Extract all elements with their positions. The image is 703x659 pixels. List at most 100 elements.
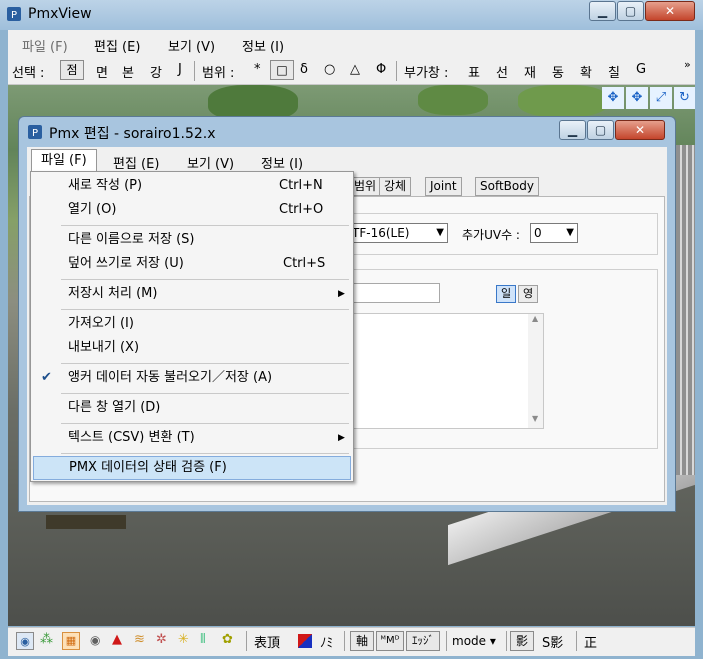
editor-menu-edit[interactable]: 편집 (E): [113, 153, 159, 172]
range-triangle-button[interactable]: △: [350, 62, 360, 77]
shadow-button[interactable]: 影: [510, 631, 534, 651]
editor-title-bar[interactable]: P Pmx 편집 - sorairo1.52.x ▁ ▢ ✕: [19, 117, 675, 147]
select-vertex-button[interactable]: 점: [60, 60, 84, 80]
menu-item-open[interactable]: 열기 (O) Ctrl+O: [33, 198, 351, 222]
target-icon[interactable]: ◉: [16, 632, 34, 650]
tab-rigid-body[interactable]: 강체: [379, 177, 412, 196]
menu-separator: [61, 309, 349, 310]
scroll-down-icon[interactable]: ▼: [532, 414, 538, 423]
comment-scrollbar[interactable]: ▲ ▼: [528, 314, 543, 428]
main-toolbar: 선택 : 점 면 본 강 J 범위 : * □ δ ○ △ Φ 부가창 : 표 …: [8, 58, 695, 85]
extra-morph-button[interactable]: 표: [468, 62, 480, 81]
minimize-button[interactable]: ▁: [589, 1, 616, 21]
menu-separator: [61, 453, 349, 454]
select-joint-button[interactable]: J: [178, 62, 182, 77]
range-all-button[interactable]: *: [254, 62, 261, 77]
toolbar-divider: [576, 631, 577, 651]
editor-menu-file[interactable]: 파일 (F): [31, 149, 97, 171]
menu-file[interactable]: 파일 (F): [22, 36, 68, 55]
menu-separator: [61, 423, 349, 424]
japanese-button[interactable]: 일: [496, 285, 516, 303]
toolbar-overflow-button[interactable]: »: [684, 58, 691, 71]
editor-app-icon: P: [27, 124, 43, 140]
dot-icon[interactable]: ◉: [90, 633, 100, 647]
grid-icon[interactable]: ▦: [62, 632, 80, 650]
menu-item-verify-pmx[interactable]: PMX 데이터의 상태 검증 (F): [33, 456, 351, 480]
english-button[interactable]: 영: [518, 285, 538, 303]
extra-label: 부가창 :: [404, 66, 449, 81]
extra-line-button[interactable]: 선: [496, 62, 508, 81]
move-view-icon[interactable]: ✥: [602, 87, 624, 109]
maximize-button[interactable]: ▢: [617, 1, 644, 21]
gear-icon[interactable]: ✿: [222, 632, 233, 647]
editor-maximize-button[interactable]: ▢: [587, 120, 614, 140]
uv-count-label: 추가UV수 :: [462, 228, 520, 242]
toolbar-divider: [344, 631, 345, 651]
menu-item-import[interactable]: 가져오기 (I): [33, 312, 351, 336]
editor-menu-view[interactable]: 보기 (V): [187, 153, 234, 172]
file-dropdown-menu: 새로 작성 (P) Ctrl+N 열기 (O) Ctrl+O 다른 이름으로 저…: [30, 171, 354, 482]
checkmark-icon: ✔: [41, 370, 52, 385]
editor-close-button[interactable]: ✕: [615, 120, 665, 140]
menu-item-save[interactable]: 덮어 쓰기로 저장 (U) Ctrl+S: [33, 252, 351, 276]
select-bone-button[interactable]: 본: [122, 62, 134, 81]
close-button[interactable]: ✕: [645, 1, 695, 21]
extra-material-button[interactable]: 재: [524, 62, 536, 81]
editor-minimize-button[interactable]: ▁: [559, 120, 586, 140]
range-circle-button[interactable]: ○: [324, 62, 335, 77]
select-rigid-button[interactable]: 강: [150, 62, 162, 81]
svg-text:P: P: [32, 128, 38, 139]
extra-motion-button[interactable]: 동: [552, 62, 564, 81]
menu-item-save-processing[interactable]: 저장시 처리 (M) ▶: [33, 282, 351, 306]
pan-view-icon[interactable]: ✥: [626, 87, 648, 109]
nomi-button[interactable]: ﾉﾐ: [320, 632, 333, 651]
menu-info[interactable]: 정보 (I): [242, 36, 284, 55]
menu-item-csv-convert[interactable]: 텍스트 (CSV) 변환 (T) ▶: [33, 426, 351, 450]
wave-icon[interactable]: ≋: [134, 632, 145, 647]
name-input[interactable]: [348, 283, 440, 303]
menu-item-export[interactable]: 내보내기 (X): [33, 336, 351, 360]
cross-icon[interactable]: ✲: [156, 632, 167, 647]
menu-item-anchor-auto[interactable]: ✔ 앵커 데이터 자동 불러오기／저장 (A): [33, 366, 351, 390]
menu-item-save-as[interactable]: 다른 이름으로 저장 (S): [33, 228, 351, 252]
toolbar-divider: [506, 631, 507, 651]
select-face-button[interactable]: 면: [96, 62, 108, 81]
axis-button[interactable]: 軸: [350, 631, 374, 651]
range-delta-button[interactable]: δ: [300, 62, 308, 77]
mmd-button[interactable]: ᴹMᴰ: [376, 631, 404, 651]
edge-button[interactable]: ｴｯｼﾞ: [406, 631, 440, 651]
menu-separator: [61, 363, 349, 364]
close-icon: ✕: [664, 4, 676, 18]
extra-expand-button[interactable]: 확: [580, 62, 592, 81]
extra-paint-button[interactable]: 칠: [608, 62, 620, 81]
tab-softbody[interactable]: SoftBody: [475, 177, 539, 196]
zoom-view-icon[interactable]: ⤢: [650, 87, 672, 109]
scene-tree: [418, 85, 488, 115]
toolbar-divider: [246, 631, 247, 651]
spark-icon[interactable]: ✳: [178, 632, 189, 647]
triangle-icon[interactable]: ▲: [112, 632, 122, 647]
figure-icon[interactable]: ⦀: [200, 632, 206, 647]
chevron-down-icon: ▼: [436, 227, 444, 238]
range-phi-button[interactable]: Φ: [376, 62, 386, 77]
menu-view[interactable]: 보기 (V): [168, 36, 215, 55]
uv-count-select[interactable]: 0 ▼: [530, 223, 578, 243]
range-rect-button[interactable]: □: [270, 60, 294, 80]
grass-icon[interactable]: ⁂: [40, 632, 53, 647]
encoding-select[interactable]: TF-16(LE) ▼: [348, 223, 448, 243]
comment-textarea[interactable]: [348, 313, 544, 429]
front-view-button[interactable]: 正: [584, 632, 597, 651]
table-top-button[interactable]: 表頂: [254, 632, 280, 651]
scroll-up-icon[interactable]: ▲: [532, 314, 538, 323]
menu-edit[interactable]: 편집 (E): [94, 36, 140, 55]
rotate-view-icon[interactable]: ↻: [674, 87, 695, 109]
tab-joint[interactable]: Joint: [425, 177, 462, 196]
color-swatch-icon[interactable]: [298, 634, 312, 648]
self-shadow-button[interactable]: S影: [542, 632, 563, 651]
menu-item-new[interactable]: 새로 작성 (P) Ctrl+N: [33, 174, 351, 198]
extra-g-button[interactable]: G: [636, 62, 646, 77]
mode-dropdown[interactable]: mode ▾: [452, 634, 496, 648]
main-title-bar[interactable]: P PmxView ▁ ▢ ✕: [0, 0, 703, 30]
menu-item-open-other-window[interactable]: 다른 창 열기 (D): [33, 396, 351, 420]
editor-menu-info[interactable]: 정보 (I): [261, 153, 303, 172]
